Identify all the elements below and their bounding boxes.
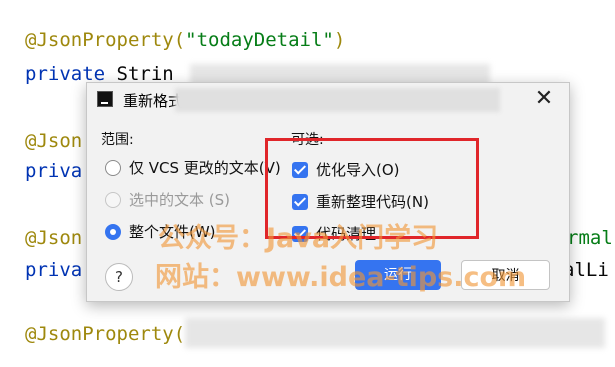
code-line-3: @Json	[25, 130, 83, 152]
code-line-6: priva	[25, 259, 83, 281]
annotation-close: )	[333, 29, 346, 51]
radio-label: 仅 VCS 更改的文本(V)	[129, 159, 281, 177]
radio-vcs-changes[interactable]: 仅 VCS 更改的文本(V)	[105, 157, 281, 178]
radio-label: 选中的文本 (S)	[129, 191, 230, 209]
radio-button-selected[interactable]	[105, 223, 121, 240]
radio-button-disabled	[105, 191, 121, 208]
code-line-4: priva	[25, 160, 83, 182]
code-line-5-tail: rmal	[567, 227, 613, 249]
annotation-text: @JsonProperty(	[25, 29, 186, 51]
radio-selected-text: 选中的文本 (S)	[105, 189, 230, 210]
code-line-7: @JsonProperty(	[25, 323, 186, 345]
watermark-line-1: 公众号：Java入门学习	[158, 223, 439, 254]
dialog-titlebar[interactable]: 重新格式 ✕	[87, 83, 569, 117]
dialog-title: 重新格式	[123, 92, 184, 110]
code-line-5: @Json	[25, 227, 83, 249]
close-icon[interactable]: ✕	[531, 86, 557, 112]
scope-label: 范围:	[101, 132, 134, 148]
intellij-app-icon	[97, 91, 113, 107]
help-button[interactable]: ?	[105, 263, 133, 291]
radio-button[interactable]	[105, 159, 121, 176]
blurred-title	[175, 88, 500, 112]
string-literal: "todayDetail"	[185, 29, 334, 51]
code-line-1: @JsonProperty("todayDetail")	[25, 29, 345, 51]
blurred-code	[185, 318, 605, 348]
watermark-line-2: 网站：www.idea-tips.com	[155, 262, 527, 293]
